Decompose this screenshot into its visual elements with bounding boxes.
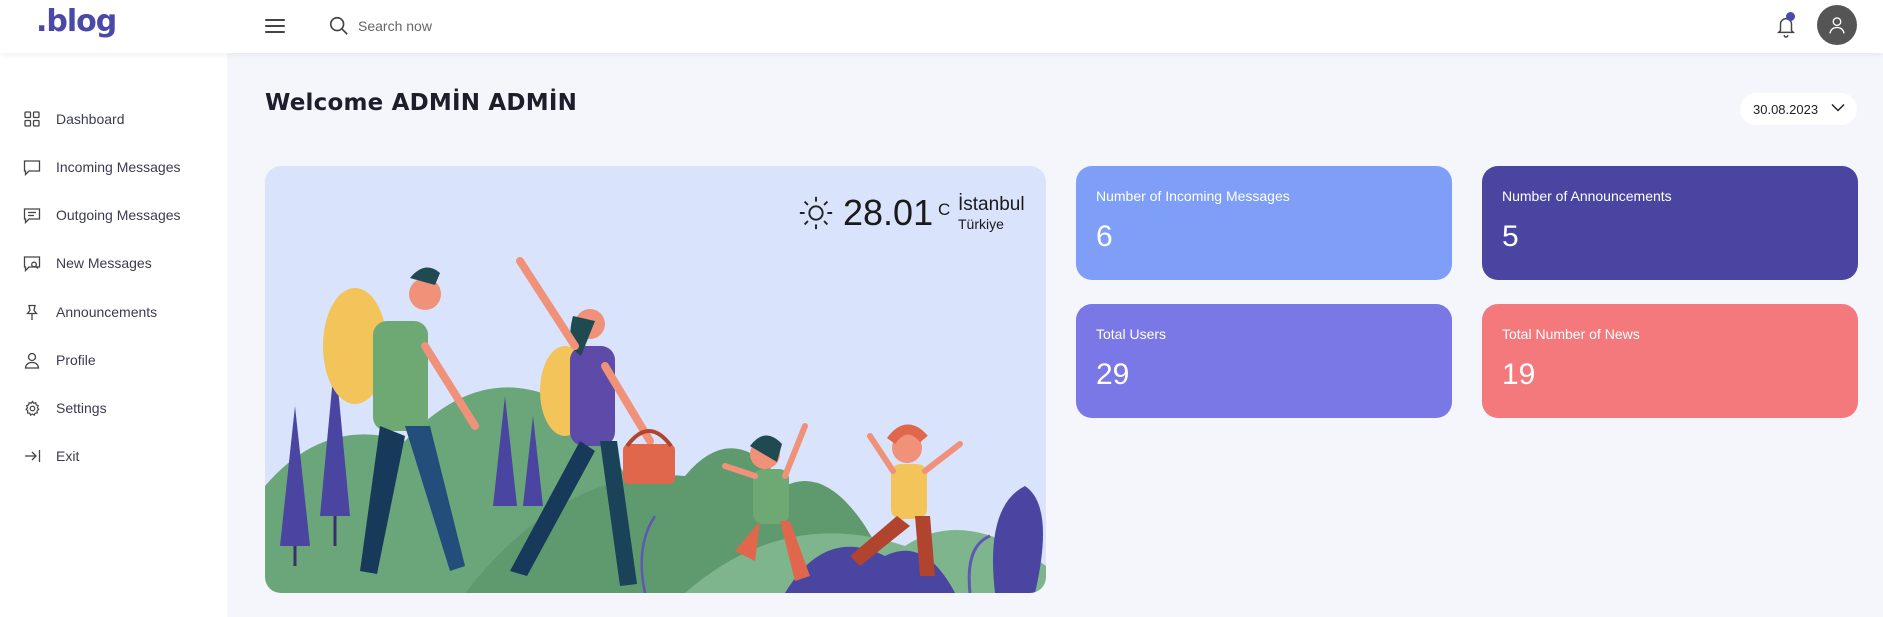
sidebar-item-label: New Messages bbox=[56, 255, 152, 271]
sidebar-item-dashboard[interactable]: Dashboard bbox=[0, 101, 227, 137]
stat-card-value: 19 bbox=[1502, 358, 1536, 391]
date-value: 30.08.2023 bbox=[1753, 101, 1819, 117]
chevron-down-icon bbox=[1831, 103, 1845, 112]
date-select[interactable]: 30.08.2023 bbox=[1740, 93, 1857, 125]
stat-card-total-news[interactable]: Total Number of News 19 bbox=[1482, 304, 1858, 418]
pin-icon bbox=[23, 303, 41, 321]
sidebar-item-label: Incoming Messages bbox=[56, 159, 181, 175]
sidebar-item-label: Settings bbox=[56, 400, 107, 416]
stat-card-value: 29 bbox=[1096, 358, 1130, 391]
stat-card-title: Number of Announcements bbox=[1502, 188, 1672, 204]
sidebar-item-incoming-messages[interactable]: Incoming Messages bbox=[0, 149, 227, 185]
grid-icon bbox=[23, 110, 41, 128]
sun-icon bbox=[799, 196, 833, 230]
logo-text: blog bbox=[46, 4, 117, 39]
sidebar: Dashboard Incoming Messages Outgoing Mes… bbox=[0, 53, 227, 617]
notification-dot bbox=[1786, 12, 1795, 21]
sidebar-item-label: Dashboard bbox=[56, 111, 125, 127]
user-icon bbox=[23, 351, 41, 369]
hero-card: 28.01 C İstanbul Türkiye bbox=[265, 166, 1046, 593]
sidebar-item-settings[interactable]: Settings bbox=[0, 390, 227, 426]
stat-card-value: 5 bbox=[1502, 220, 1519, 253]
weather-widget: 28.01 C İstanbul Türkiye bbox=[799, 192, 1025, 233]
search-input[interactable] bbox=[358, 14, 658, 38]
message-icon bbox=[23, 158, 41, 176]
stat-card-title: Total Users bbox=[1096, 326, 1167, 342]
logout-icon bbox=[23, 447, 41, 465]
sidebar-item-label: Outgoing Messages bbox=[56, 207, 181, 223]
stat-card-title: Number of Incoming Messages bbox=[1096, 188, 1290, 204]
sidebar-item-outgoing-messages[interactable]: Outgoing Messages bbox=[0, 197, 227, 233]
page-title: Welcome ADMİN ADMİN bbox=[265, 90, 578, 116]
message-lines-icon bbox=[23, 206, 41, 224]
weather-unit: C bbox=[938, 200, 951, 219]
logo-dot: . bbox=[36, 4, 47, 39]
gear-icon bbox=[23, 399, 41, 417]
sidebar-item-new-messages[interactable]: New Messages bbox=[0, 245, 227, 281]
sidebar-item-label: Announcements bbox=[56, 304, 158, 320]
sidebar-item-announcements[interactable]: Announcements bbox=[0, 294, 227, 330]
sidebar-item-profile[interactable]: Profile bbox=[0, 342, 227, 378]
weather-country: Türkiye bbox=[958, 216, 1004, 232]
stat-card-title: Total Number of News bbox=[1502, 326, 1640, 342]
logo[interactable]: .blog bbox=[36, 4, 117, 39]
stat-card-total-users[interactable]: Total Users 29 bbox=[1076, 304, 1452, 418]
menu-icon[interactable] bbox=[265, 16, 285, 34]
stat-card-value: 6 bbox=[1096, 220, 1113, 253]
stat-card-incoming-messages[interactable]: Number of Incoming Messages 6 bbox=[1076, 166, 1452, 280]
weather-city: İstanbul bbox=[958, 194, 1025, 215]
avatar[interactable] bbox=[1817, 5, 1857, 45]
weather-temperature: 28.01 bbox=[843, 192, 934, 233]
top-bar: .blog bbox=[0, 0, 1883, 53]
search-icon[interactable] bbox=[328, 15, 350, 37]
sidebar-item-label: Exit bbox=[56, 448, 80, 464]
stat-card-announcements[interactable]: Number of Announcements 5 bbox=[1482, 166, 1858, 280]
sidebar-item-label: Profile bbox=[56, 352, 96, 368]
message-new-icon bbox=[23, 254, 41, 272]
user-icon bbox=[1829, 17, 1845, 34]
sidebar-item-exit[interactable]: Exit bbox=[0, 438, 227, 474]
